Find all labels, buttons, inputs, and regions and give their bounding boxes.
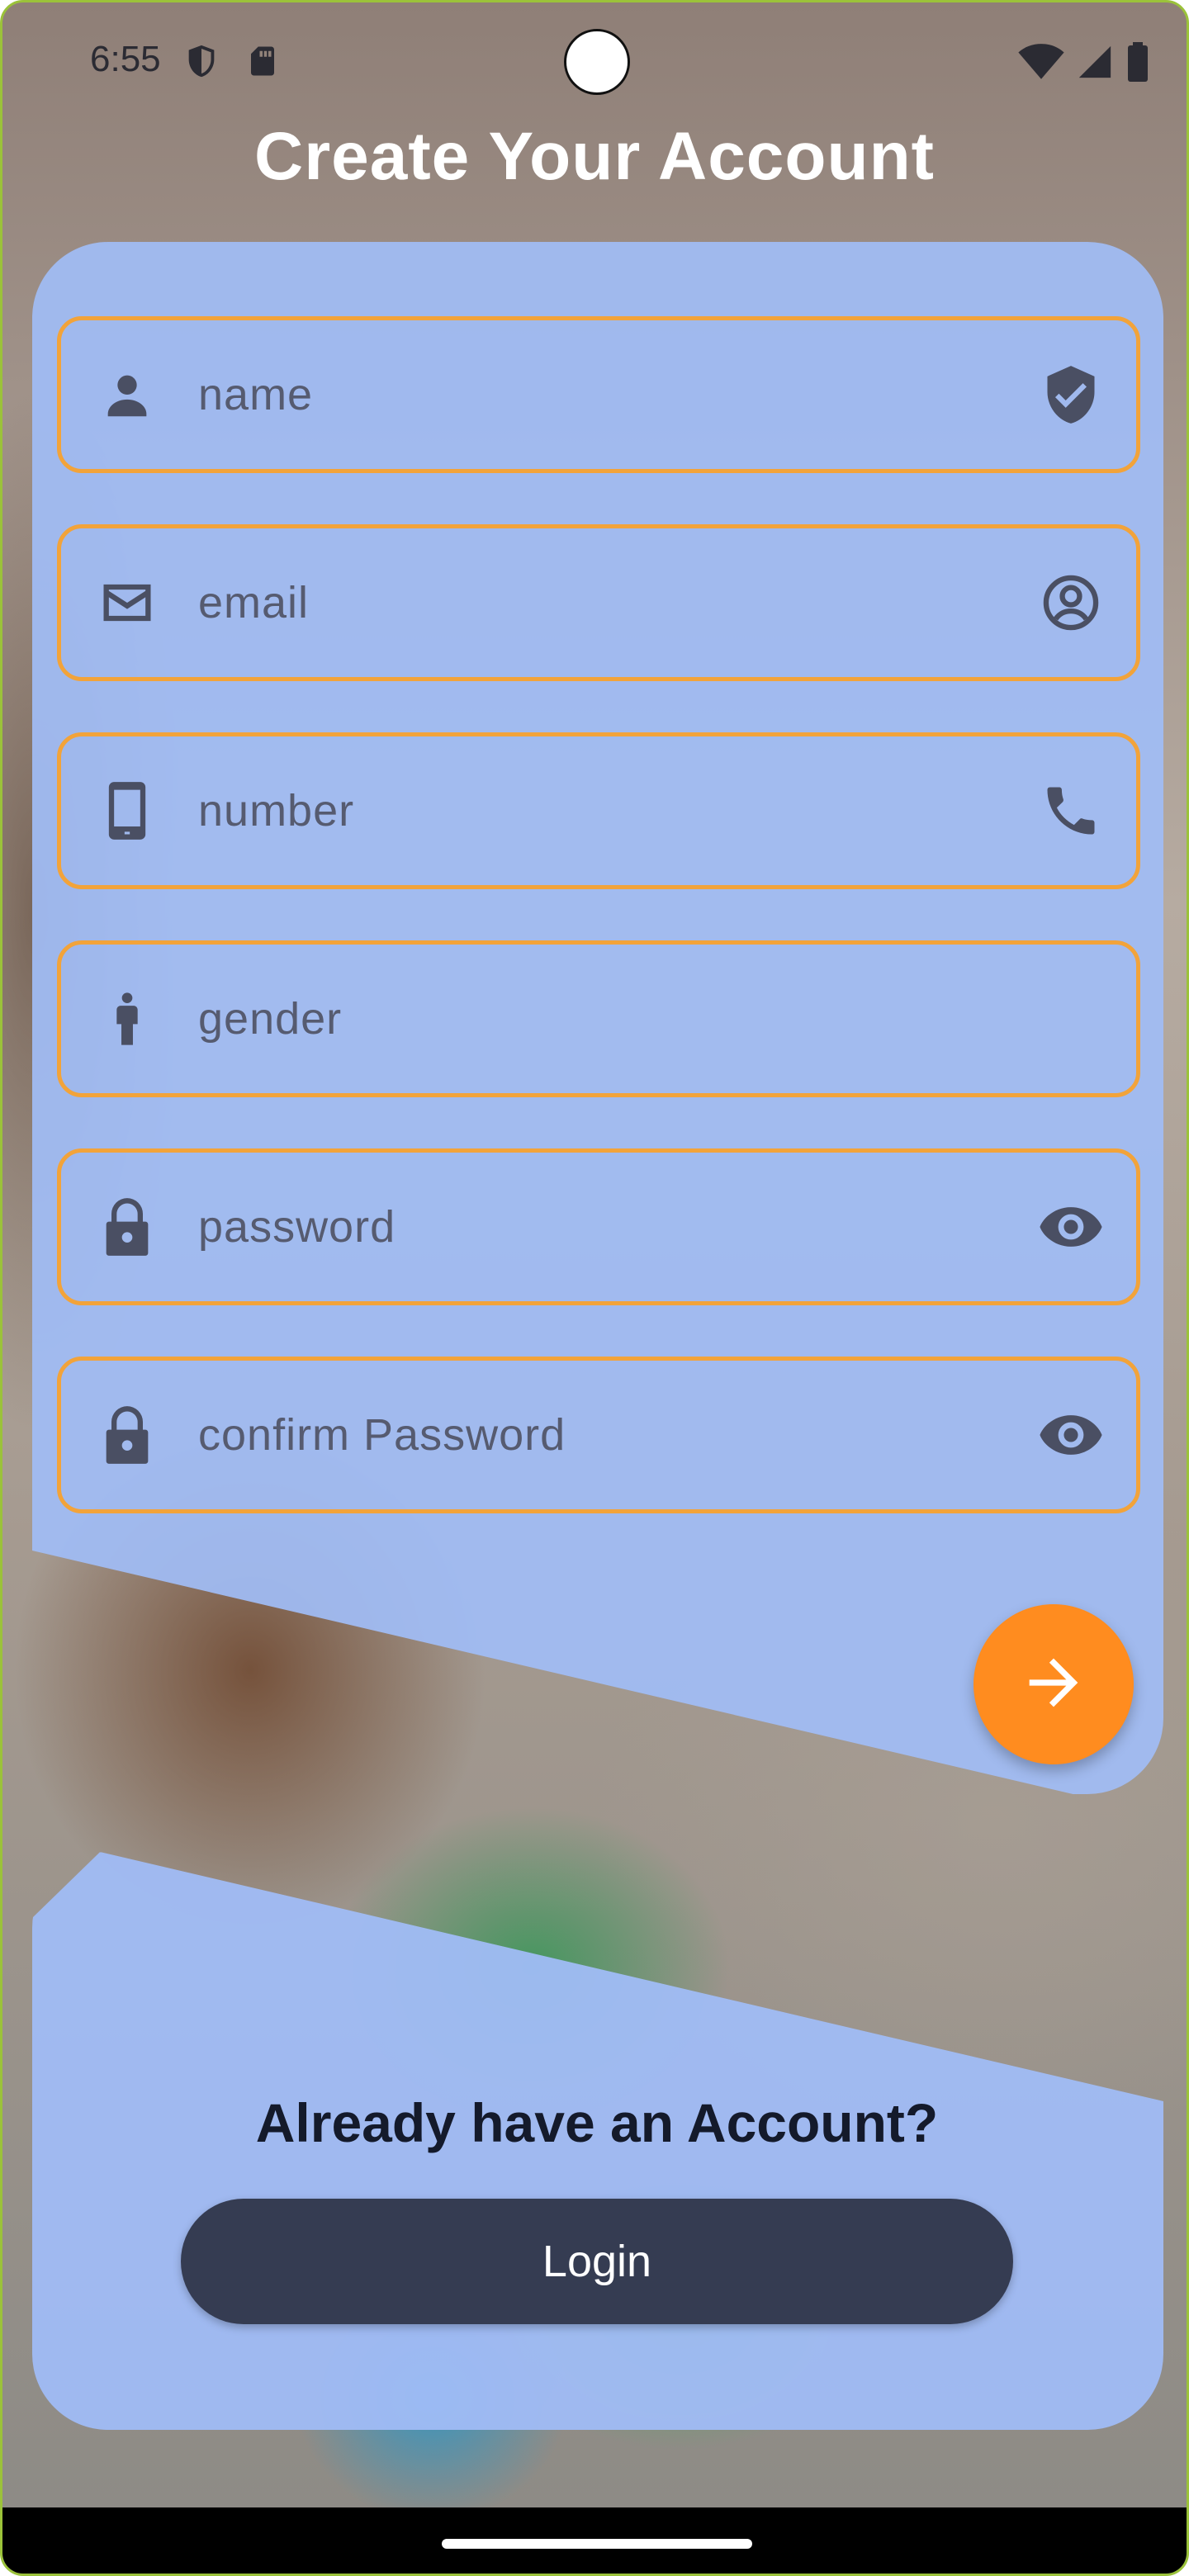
page-title: Create Your Account: [254, 119, 935, 194]
wifi-icon: [1018, 43, 1064, 85]
password-input[interactable]: [197, 1152, 1035, 1302]
submit-button[interactable]: [973, 1604, 1134, 1764]
man-icon: [94, 986, 160, 1052]
app-screen: 6:55 Create Your Account name email numb…: [0, 0, 1189, 2576]
number-field[interactable]: [57, 732, 1140, 889]
camera-cutout: [564, 29, 630, 95]
shield-icon: [182, 42, 220, 84]
smartphone-icon: [94, 778, 160, 844]
status-bar: 6:55: [2, 2, 1187, 118]
name-field[interactable]: [57, 316, 1140, 473]
login-button[interactable]: Login: [181, 2199, 1013, 2324]
lock-icon: [94, 1194, 160, 1260]
person-icon: [94, 362, 160, 428]
email-field[interactable]: [57, 524, 1140, 681]
arrow-right-icon: [1017, 1646, 1090, 1723]
verified-shield-icon: [1035, 359, 1106, 430]
already-have-account-text: Already have an Account?: [255, 2092, 939, 2153]
email-input[interactable]: [197, 528, 1035, 678]
gender-input[interactable]: [197, 944, 1136, 1094]
name-input[interactable]: [197, 320, 1035, 470]
home-indicator[interactable]: [442, 2539, 752, 2549]
password-field[interactable]: [57, 1148, 1140, 1305]
account-circle-icon: [1035, 567, 1106, 638]
confirm-password-field[interactable]: [57, 1357, 1140, 1513]
eye-icon[interactable]: [1035, 1191, 1106, 1262]
sd-card-icon: [245, 42, 280, 84]
gender-field[interactable]: [57, 940, 1140, 1097]
lock-icon: [94, 1402, 160, 1468]
mail-icon: [94, 570, 160, 636]
status-time: 6:55: [90, 39, 161, 79]
number-input[interactable]: [197, 736, 1035, 886]
confirm-password-input[interactable]: [197, 1360, 1035, 1510]
signup-form-card: [32, 242, 1163, 1794]
signal-icon: [1076, 43, 1114, 85]
eye-icon[interactable]: [1035, 1399, 1106, 1470]
status-icons: [1018, 42, 1150, 86]
battery-icon: [1125, 42, 1150, 86]
phone-icon: [1035, 775, 1106, 846]
